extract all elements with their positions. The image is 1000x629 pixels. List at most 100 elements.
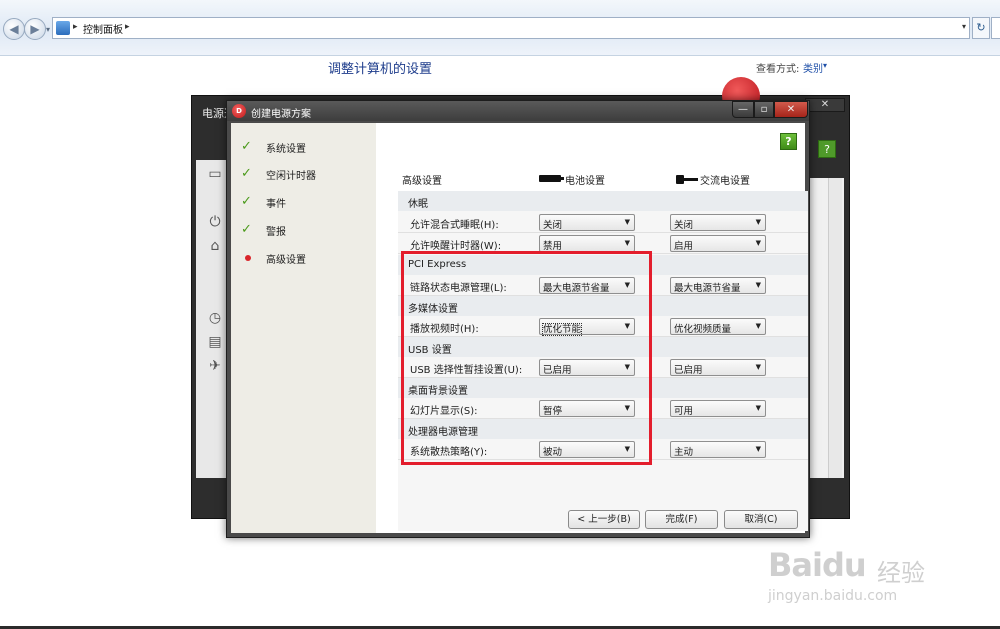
- group-multimedia: 多媒体设置: [398, 296, 808, 316]
- battery-select[interactable]: 关闭 ▼: [539, 214, 635, 231]
- select-value: 已启用: [674, 365, 703, 376]
- setting-label: 允许混合式睡眠(H):: [410, 220, 499, 231]
- setting-label: 幻灯片显示(S):: [410, 406, 478, 417]
- battery-select[interactable]: 最大电源节省量 ▼: [539, 277, 635, 294]
- help-icon[interactable]: ?: [780, 133, 797, 150]
- select-value: 主动: [674, 447, 694, 458]
- maximize-button[interactable]: ▫: [754, 101, 774, 118]
- chevron-right-icon[interactable]: ▸: [125, 22, 130, 32]
- scrollbar[interactable]: [828, 178, 842, 478]
- battery-icon: [539, 175, 564, 182]
- finish-button[interactable]: 完成(F): [645, 510, 718, 529]
- check-icon: ✓: [241, 194, 252, 209]
- watermark-text: 经验: [877, 559, 925, 587]
- help-icon[interactable]: ?: [818, 140, 836, 158]
- setting-label: 链路状态电源管理(L):: [410, 283, 507, 294]
- battery-select[interactable]: 优化节能 ▼: [539, 318, 635, 336]
- dropdown-arrow-icon: ▼: [755, 445, 761, 453]
- group-desktop-background: 桌面背景设置: [398, 378, 808, 398]
- close-button[interactable]: ✕: [805, 98, 845, 112]
- settings-panel: ? 高级设置 电池设置 交流电设置 休眠 允许混合式睡眠(H): 关闭 ▼ 关闭 ▼…: [376, 123, 808, 533]
- refresh-button[interactable]: ↻: [972, 17, 990, 39]
- dropdown-arrow-icon: ▼: [755, 281, 761, 289]
- battery-column-header: 电池设置: [565, 176, 605, 187]
- select-value: 最大电源节省量: [543, 283, 610, 294]
- battery-select[interactable]: 暂停 ▼: [539, 400, 635, 417]
- dropdown-arrow-icon: ▼: [755, 404, 761, 412]
- select-value: 暂停: [543, 406, 563, 417]
- battery-select[interactable]: 已启用 ▼: [539, 359, 635, 376]
- film-icon: ▤: [208, 334, 222, 350]
- watermark-logo: Baidu: [768, 546, 867, 584]
- watermark-url: jingyan.baidu.com: [768, 588, 898, 604]
- search-input[interactable]: [991, 17, 1000, 39]
- address-dropdown-icon[interactable]: ▾: [962, 22, 966, 31]
- ac-select[interactable]: 已启用 ▼: [670, 359, 766, 376]
- advanced-settings-header: 高级设置: [402, 176, 442, 187]
- ac-select[interactable]: 最大电源节省量 ▼: [670, 277, 766, 294]
- ac-select[interactable]: 优化视频质量 ▼: [670, 318, 766, 335]
- dropdown-arrow-icon: ▼: [755, 363, 761, 371]
- select-value: 可用: [674, 406, 694, 417]
- address-box[interactable]: ▸ 控制面板 ▸ ▾: [52, 17, 970, 39]
- select-value: 已启用: [543, 365, 572, 376]
- setting-row: 播放视频时(H): 优化节能 ▼ 优化视频质量 ▼: [398, 316, 808, 337]
- dropdown-arrow-icon: ▼: [624, 445, 630, 453]
- dropdown-arrow-icon: ▼: [624, 404, 630, 412]
- breadcrumb-control-panel[interactable]: 控制面板: [83, 21, 123, 36]
- select-value: 优化节能: [541, 323, 583, 336]
- explorer-address-bar: ◀ ▶ ▾ ▸ 控制面板 ▸ ▾ ↻: [0, 0, 1000, 56]
- step-label: 空闲计时器: [266, 171, 316, 182]
- back-button[interactable]: ◀: [3, 18, 25, 40]
- forward-button[interactable]: ▶: [24, 18, 46, 40]
- step-events[interactable]: ✓ 事件: [231, 194, 376, 214]
- setting-label: 系统散热策略(Y):: [410, 447, 488, 458]
- ac-column-header: 交流电设置: [700, 176, 750, 187]
- dropdown-arrow-icon: ▼: [755, 239, 761, 247]
- dropdown-arrow-icon: ▼: [624, 239, 630, 247]
- dropdown-arrow-icon: ▼: [755, 218, 761, 226]
- close-button[interactable]: ✕: [774, 101, 808, 118]
- battery-select[interactable]: 禁用 ▼: [539, 235, 635, 252]
- plane-icon: ✈: [209, 358, 221, 374]
- setting-row: 链路状态电源管理(L): 最大电源节省量 ▼ 最大电源节省量 ▼: [398, 275, 808, 296]
- recent-pages-dropdown[interactable]: ▾: [46, 25, 50, 34]
- step-idle-timer[interactable]: ✓ 空闲计时器: [231, 166, 376, 186]
- check-icon: ✓: [241, 222, 252, 237]
- dialog-client: ✓ 系统设置 ✓ 空闲计时器 ✓ 事件 ✓ 警报 高级设置 ? 高级设置 电池设…: [231, 123, 808, 533]
- step-system-settings[interactable]: ✓ 系统设置: [231, 139, 376, 159]
- group-sleep: 休眠: [398, 191, 808, 211]
- dropdown-arrow-icon: ▼: [624, 322, 630, 330]
- step-advanced-settings[interactable]: 高级设置: [231, 250, 376, 270]
- title-bar: D 创建电源方案 — ▫ ✕: [227, 101, 809, 121]
- wizard-steps: ✓ 系统设置 ✓ 空闲计时器 ✓ 事件 ✓ 警报 高级设置: [231, 123, 376, 533]
- view-by-dropdown-icon[interactable]: ▾: [823, 61, 827, 70]
- dropdown-arrow-icon: ▼: [624, 218, 630, 226]
- select-value: 最大电源节省量: [674, 283, 741, 294]
- ac-select[interactable]: 可用 ▼: [670, 400, 766, 417]
- ac-select[interactable]: 关闭 ▼: [670, 214, 766, 231]
- step-alarms[interactable]: ✓ 警报: [231, 222, 376, 242]
- chevron-right-icon[interactable]: ▸: [73, 22, 78, 32]
- app-icon: D: [232, 104, 246, 118]
- settings-list: 休眠 允许混合式睡眠(H): 关闭 ▼ 关闭 ▼ 允许唤醒计时器(W): 禁用 ▼ 启…: [398, 191, 808, 531]
- check-icon: ✓: [241, 166, 252, 181]
- select-value: 关闭: [674, 220, 694, 231]
- view-by-link[interactable]: 类别: [803, 60, 823, 75]
- minimize-button[interactable]: —: [732, 101, 754, 118]
- select-value: 优化视频质量: [674, 324, 732, 335]
- dropdown-arrow-icon: ▼: [624, 281, 630, 289]
- back-button[interactable]: < 上一步(B): [568, 510, 640, 529]
- control-panel-icon: [56, 21, 70, 35]
- dialog-title: 创建电源方案: [251, 109, 311, 120]
- ac-select[interactable]: 主动 ▼: [670, 441, 766, 458]
- group-pci-express: PCI Express: [398, 255, 808, 275]
- ac-select[interactable]: 启用 ▼: [670, 235, 766, 252]
- select-value: 关闭: [543, 220, 563, 231]
- setting-label: 允许唤醒计时器(W):: [410, 241, 502, 252]
- setting-row: 允许唤醒计时器(W): 禁用 ▼ 启用 ▼: [398, 233, 808, 254]
- setting-row: USB 选择性暂挂设置(U): 已启用 ▼ 已启用 ▼: [398, 357, 808, 378]
- cancel-button[interactable]: 取消(C): [724, 510, 798, 529]
- dropdown-arrow-icon: ▼: [624, 363, 630, 371]
- battery-select[interactable]: 被动 ▼: [539, 441, 635, 458]
